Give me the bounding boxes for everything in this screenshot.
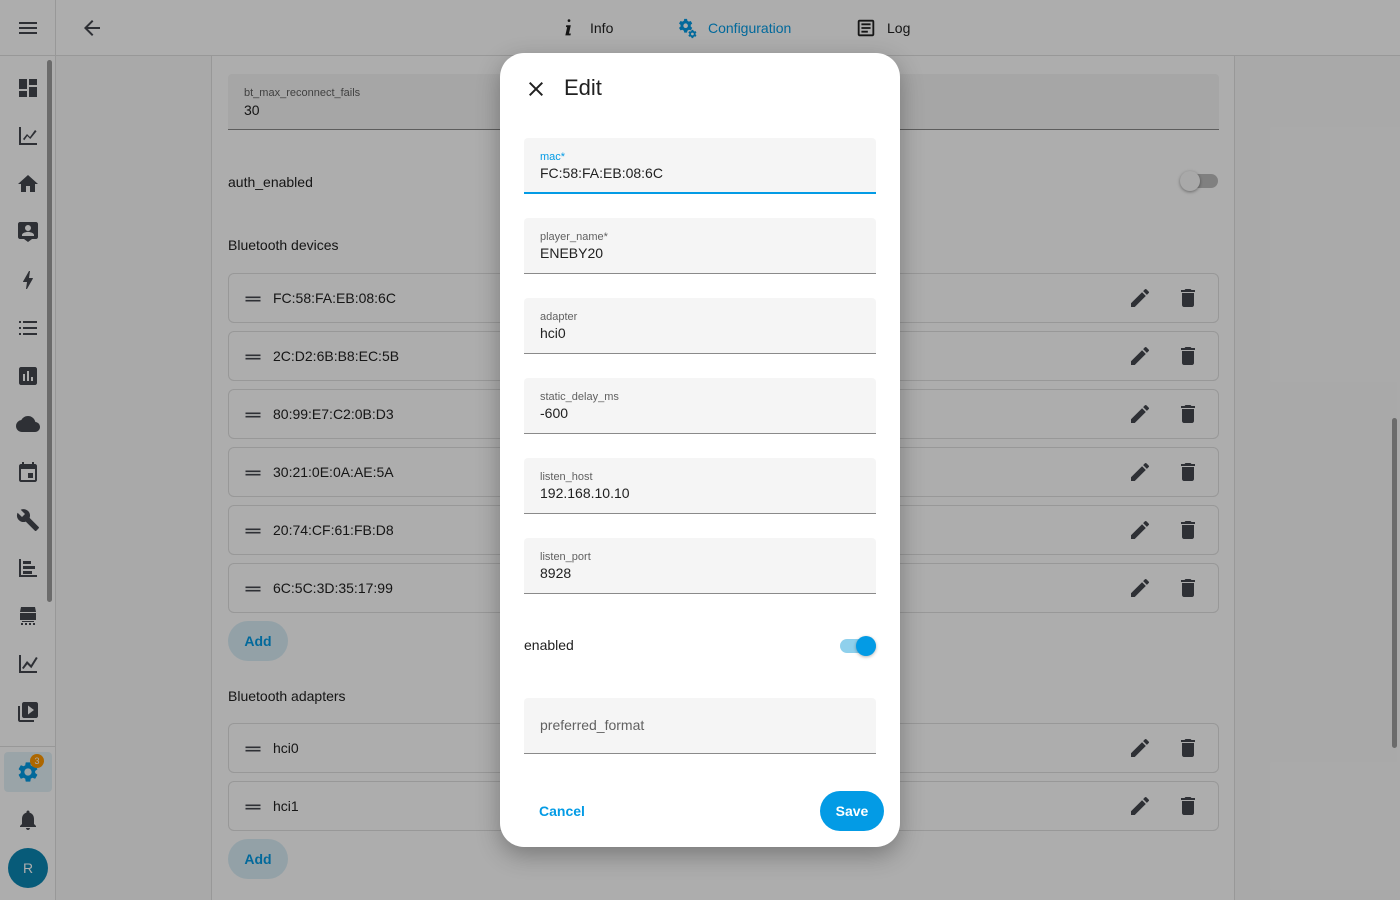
close-icon xyxy=(529,82,543,96)
mac-field[interactable]: mac* xyxy=(524,138,876,194)
player-name-input[interactable] xyxy=(540,245,860,261)
static-delay-ms-field[interactable]: static_delay_ms xyxy=(524,378,876,434)
adapter-field[interactable]: adapter xyxy=(524,298,876,354)
mac-label: mac* xyxy=(540,151,566,163)
listen-host-field[interactable]: listen_host xyxy=(524,458,876,514)
toggle-knob xyxy=(856,636,876,656)
listen-port-label: listen_port xyxy=(540,551,591,563)
static-delay-ms-input[interactable] xyxy=(540,405,860,421)
player-name-field[interactable]: player_name* xyxy=(524,218,876,274)
close-dialog-button[interactable] xyxy=(522,75,550,103)
listen-host-label: listen_host xyxy=(540,471,593,483)
edit-dialog: Edit mac* player_name* adapter static_de… xyxy=(500,53,900,847)
player-name-label: player_name* xyxy=(540,231,608,243)
listen-port-field[interactable]: listen_port xyxy=(524,538,876,594)
adapter-input[interactable] xyxy=(540,325,860,341)
enabled-label: enabled xyxy=(524,637,574,653)
listen-port-input[interactable] xyxy=(540,565,860,581)
listen-host-input[interactable] xyxy=(540,485,860,501)
cancel-button[interactable]: Cancel xyxy=(524,791,600,831)
preferred-format-input[interactable] xyxy=(540,717,860,733)
save-button[interactable]: Save xyxy=(820,791,884,831)
dialog-title: Edit xyxy=(564,75,602,100)
adapter-label: adapter xyxy=(540,311,578,323)
static-delay-ms-label: static_delay_ms xyxy=(540,391,619,403)
preferred-format-field[interactable] xyxy=(524,698,876,754)
enabled-toggle[interactable] xyxy=(840,636,876,656)
mac-input[interactable] xyxy=(540,165,860,181)
